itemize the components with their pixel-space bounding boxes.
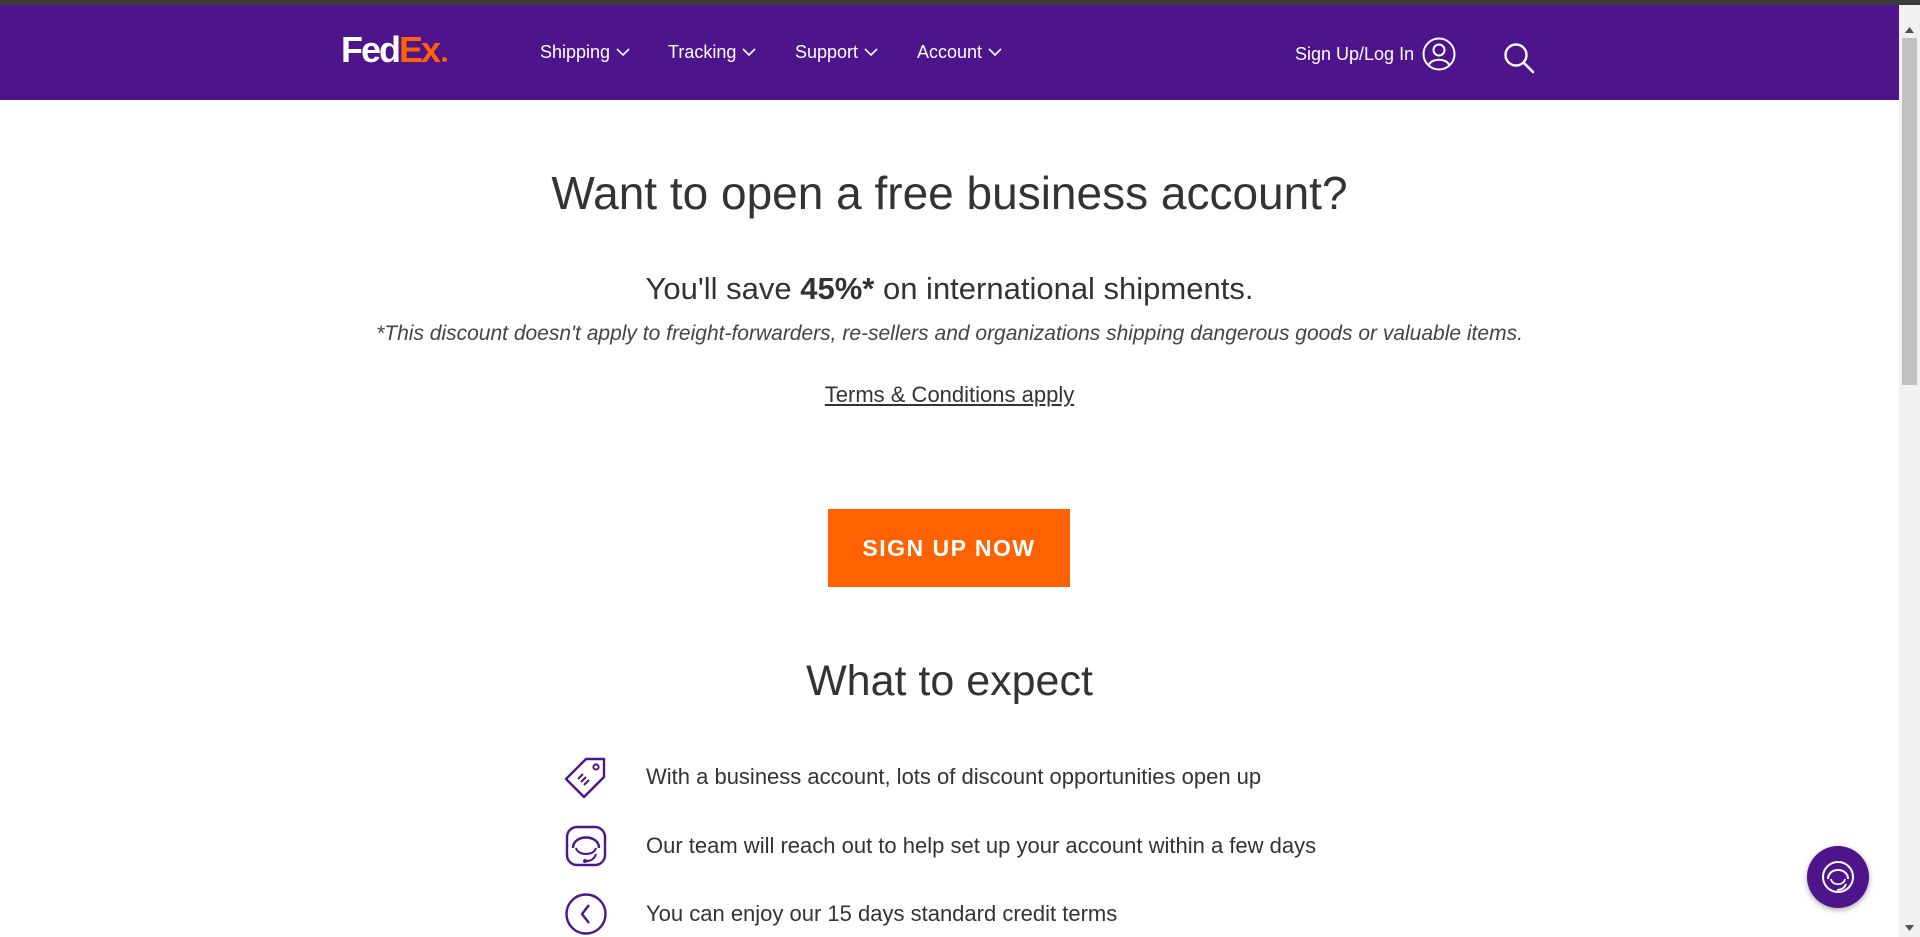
sign-up-login-label: Sign Up/Log In: [1295, 43, 1415, 64]
benefit-item: Our team will reach out to help set up y…: [564, 824, 1316, 868]
sign-up-login-link[interactable]: Sign Up/Log In: [1295, 37, 1456, 71]
savings-percentage: 45%*: [800, 271, 875, 306]
benefit-text: With a business account, lots of discoun…: [646, 764, 1262, 789]
chat-assistant-button[interactable]: [1807, 846, 1869, 908]
terms-conditions-link[interactable]: Terms & Conditions apply: [825, 382, 1074, 407]
terms-container: Terms & Conditions apply: [0, 382, 1899, 408]
scrollbar-thumb[interactable]: [1902, 38, 1917, 385]
nav-item-tracking[interactable]: Tracking: [668, 42, 756, 63]
chat-agent-icon: [1822, 861, 1854, 893]
benefit-item: You can enjoy our 15 days standard credi…: [564, 892, 1117, 936]
support-agent-icon: [565, 825, 607, 867]
sign-up-now-button[interactable]: SIGN UP NOW: [828, 509, 1070, 587]
benefit-text: Our team will reach out to help set up y…: [646, 833, 1317, 858]
price-tag-icon: [564, 757, 606, 799]
nav-item-label: Account: [917, 42, 983, 62]
nav-item-shipping[interactable]: Shipping: [540, 42, 630, 63]
chevron-down-icon: [988, 48, 1002, 57]
search-icon[interactable]: [1503, 42, 1535, 74]
nav-item-support[interactable]: Support: [795, 42, 878, 63]
scroll-up-arrow-icon[interactable]: [1899, 23, 1920, 37]
chevron-down-icon: [864, 48, 878, 57]
chevron-down-icon: [616, 48, 630, 57]
logo-ex: Ex: [399, 29, 441, 70]
page-title: Want to open a free business account?: [551, 167, 1348, 219]
savings-suffix: on international shipments.: [874, 271, 1254, 306]
savings-statement: You'll save 45%* on international shipme…: [0, 271, 1899, 307]
chevron-down-icon: [742, 48, 756, 57]
scroll-down-arrow-icon[interactable]: [1899, 921, 1920, 935]
what-to-expect-heading: What to expect: [806, 657, 1093, 705]
top-navigation: FedEx Shipping Tracking Support Account …: [0, 5, 1899, 100]
fedex-logo[interactable]: FedEx: [341, 29, 448, 70]
discount-disclaimer: *This discount doesn't apply to freight-…: [376, 322, 1523, 345]
page-scrollbar[interactable]: [1899, 5, 1920, 937]
nav-item-label: Support: [795, 42, 859, 62]
benefit-text: You can enjoy our 15 days standard credi…: [646, 901, 1118, 926]
logo-fed: Fed: [341, 29, 401, 70]
nav-item-label: Tracking: [668, 42, 737, 62]
user-icon: [1422, 37, 1456, 71]
nav-item-account[interactable]: Account: [917, 42, 1002, 63]
logo-dot: [442, 57, 448, 62]
savings-prefix: You'll save: [645, 271, 801, 306]
benefit-item: With a business account, lots of discoun…: [564, 755, 1261, 799]
clock-icon: [565, 893, 607, 935]
nav-item-label: Shipping: [540, 42, 611, 62]
